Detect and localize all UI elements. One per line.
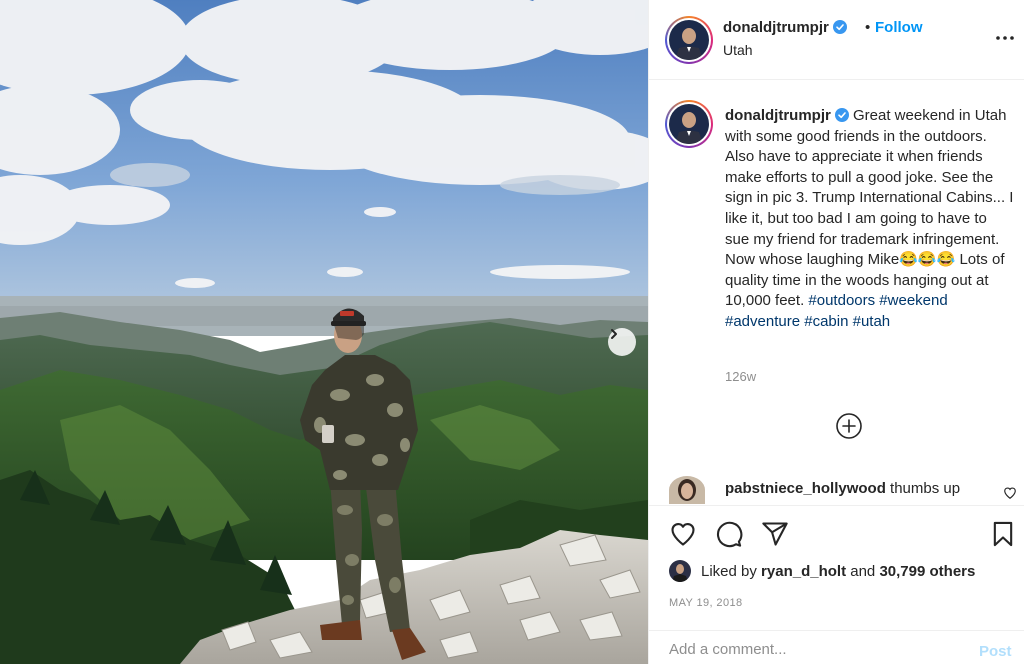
header-separator: • <box>865 19 871 36</box>
follow-button[interactable]: Follow <box>875 19 923 36</box>
load-more-comments-button[interactable] <box>835 412 863 440</box>
hashtag-link[interactable]: #cabin <box>804 313 848 330</box>
post-location[interactable]: Utah <box>723 42 753 58</box>
hashtag-link[interactable]: #utah <box>853 313 891 330</box>
share-button[interactable] <box>761 520 789 548</box>
commenter-username[interactable]: pabstniece_hollywood <box>725 480 886 497</box>
hashtag-link[interactable]: #adventure <box>725 313 800 330</box>
more-horizontal-icon <box>993 36 1017 54</box>
comment-text-row: pabstniece_hollywood thumbs up <box>725 480 960 497</box>
save-button[interactable] <box>989 520 1017 548</box>
caption-age[interactable]: 126w <box>725 369 756 384</box>
paper-plane-icon <box>761 522 789 552</box>
author-username[interactable]: donaldjtrumpjr <box>723 19 847 36</box>
more-options-button[interactable] <box>993 26 1017 50</box>
heart-icon <box>1003 487 1017 504</box>
verified-badge-icon <box>832 20 847 34</box>
comment-text: thumbs up <box>890 480 961 497</box>
hashtag-link[interactable]: #outdoors <box>808 292 875 309</box>
comment-input[interactable] <box>669 641 959 658</box>
likes-connector: and <box>850 563 876 580</box>
plus-circle-icon <box>835 413 863 444</box>
author-avatar[interactable] <box>665 16 713 64</box>
likes-prefix: Liked by <box>701 563 757 580</box>
post-date[interactable]: MAY 19, 2018 <box>669 597 743 609</box>
caption-text: Great weekend in Utah with some good fri… <box>725 107 1014 310</box>
comment-icon <box>715 521 743 552</box>
action-bar <box>649 505 1024 559</box>
liker-avatar[interactable] <box>669 560 691 582</box>
like-button[interactable] <box>669 520 697 548</box>
verified-badge-icon <box>834 108 849 122</box>
caption-avatar[interactable] <box>665 100 713 148</box>
post-side-panel: donaldjtrumpjr • Follow Utah donaldjtrum… <box>648 0 1024 664</box>
post-photo[interactable] <box>0 0 648 664</box>
liker-username[interactable]: ryan_d_holt <box>761 563 846 580</box>
post-comment-button[interactable]: Post <box>979 643 1012 660</box>
commenter-avatar[interactable] <box>669 476 705 504</box>
post-image <box>0 0 648 664</box>
hashtag-link[interactable]: #weekend <box>879 292 947 309</box>
likes-count-link[interactable]: 30,799 others <box>879 563 975 580</box>
heart-icon <box>669 523 697 552</box>
caption-username[interactable]: donaldjtrumpjr <box>725 107 831 124</box>
comment-item: pabstniece_hollywood thumbs up <box>665 474 1021 504</box>
author-username-text: donaldjtrumpjr <box>723 19 829 36</box>
add-comment-bar: Post <box>649 630 1024 664</box>
post-header: donaldjtrumpjr • Follow Utah <box>649 0 1024 80</box>
comment-button[interactable] <box>715 520 743 548</box>
bookmark-icon <box>989 521 1017 552</box>
post-caption: donaldjtrumpjr Great weekend in Utah wit… <box>725 106 1015 333</box>
carousel-next-button[interactable] <box>608 328 636 356</box>
comment-like-button[interactable] <box>1003 486 1017 500</box>
